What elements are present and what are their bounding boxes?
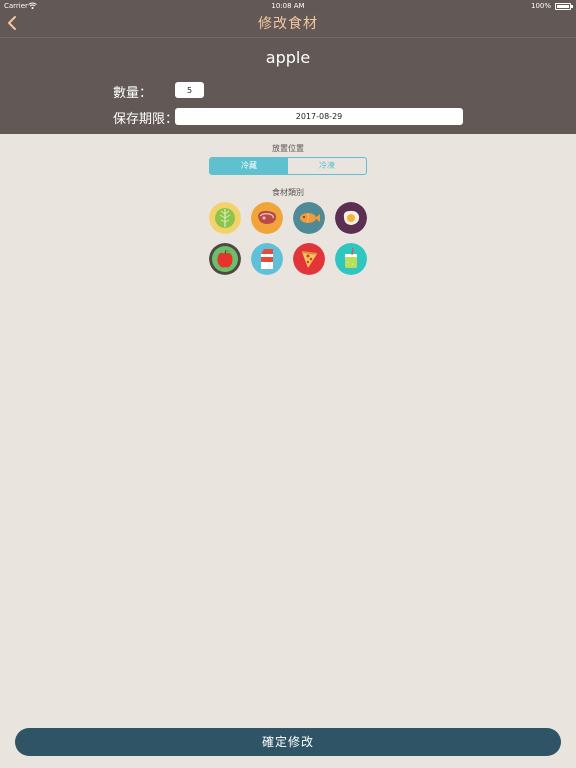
status-bar: Carrier 10:08 AM 100% xyxy=(0,0,576,12)
quantity-field[interactable] xyxy=(175,82,204,98)
fish-icon[interactable] xyxy=(293,202,325,234)
storage-segmented-control: 冷藏 冷凍 xyxy=(209,157,367,175)
category-label: 食材類別 xyxy=(272,188,304,197)
expiry-label: 保存期限： xyxy=(113,112,179,127)
battery-percent: 100% xyxy=(530,2,551,10)
battery-icon xyxy=(555,3,573,10)
drink-icon[interactable] xyxy=(335,243,367,275)
steak-icon[interactable] xyxy=(251,202,283,234)
header-panel: Carrier 10:08 AM 100% 修改食材 apple 數量： 保存期… xyxy=(0,0,576,134)
lettuce-icon[interactable] xyxy=(209,202,241,234)
food-name: apple xyxy=(265,48,311,67)
status-time: 10:08 AM xyxy=(271,2,305,10)
milk-carton-icon[interactable] xyxy=(251,243,283,275)
segment-refrigerate[interactable]: 冷藏 xyxy=(210,158,288,174)
expiry-date-field[interactable] xyxy=(175,108,463,125)
segment-freeze[interactable]: 冷凍 xyxy=(288,158,366,174)
storage-label: 放置位置 xyxy=(272,144,304,153)
apple-icon[interactable] xyxy=(209,243,241,275)
pizza-icon[interactable] xyxy=(293,243,325,275)
egg-icon[interactable] xyxy=(335,202,367,234)
confirm-edit-button[interactable]: 確定修改 xyxy=(15,728,561,756)
nav-divider xyxy=(0,37,576,38)
page-title: 修改食材 xyxy=(258,16,318,32)
quantity-label: 數量： xyxy=(113,86,153,101)
